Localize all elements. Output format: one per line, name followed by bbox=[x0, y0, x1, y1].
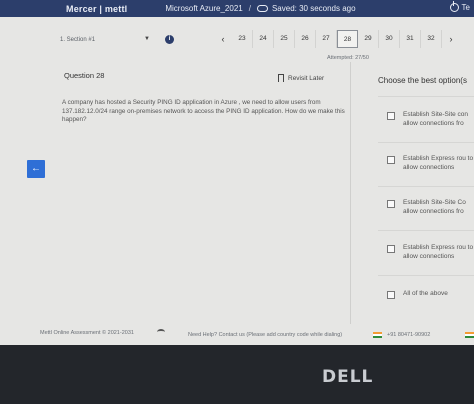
question-navigation: 1. Section #1 ▼ i ‹ 23 24 25 26 27 28 29… bbox=[0, 28, 474, 52]
pager-item-25[interactable]: 25 bbox=[274, 30, 295, 48]
option-3-label: Establish Site-Site Co allow connections… bbox=[403, 199, 466, 215]
option-3-checkbox[interactable] bbox=[387, 200, 395, 208]
title-separator: / bbox=[248, 4, 251, 13]
finish-test-button[interactable]: Te bbox=[449, 1, 470, 12]
option-divider bbox=[378, 96, 474, 97]
copyright-text: Mettl Online Assessment © 2021-2031 bbox=[40, 330, 134, 336]
option-divider bbox=[378, 275, 474, 276]
support-phone: +91 80471-90902 bbox=[387, 332, 431, 338]
back-arrow-button[interactable]: ← bbox=[27, 160, 45, 178]
option-4[interactable]: Establish Express rou to allow connectio… bbox=[387, 244, 474, 261]
option-1[interactable]: Establish Site-Site con allow connection… bbox=[387, 111, 474, 128]
question-pager: ‹ 23 24 25 26 27 28 29 30 31 32 › bbox=[214, 30, 460, 48]
option-2[interactable]: Establish Express rou to allow connectio… bbox=[387, 155, 474, 172]
option-3[interactable]: Establish Site-Site Co allow connections… bbox=[387, 199, 474, 216]
app-screen: Mercer | mettl Microsoft Azure_2021 / Sa… bbox=[0, 0, 474, 345]
brand-logo: Mercer | mettl bbox=[66, 3, 128, 14]
save-status: Saved: 30 seconds ago bbox=[271, 4, 356, 13]
pager-item-26[interactable]: 26 bbox=[295, 30, 316, 48]
test-name: Microsoft Azure_2021 bbox=[165, 4, 243, 13]
dell-logo: DELL bbox=[322, 367, 374, 387]
option-2-label: Establish Express rou to allow connectio… bbox=[403, 155, 474, 171]
wifi-icon bbox=[157, 329, 165, 335]
option-divider bbox=[378, 230, 474, 231]
option-2-checkbox[interactable] bbox=[387, 156, 395, 164]
india-flag-icon bbox=[465, 332, 474, 338]
option-5-label: All of the above bbox=[403, 290, 448, 297]
pager-next-button[interactable]: › bbox=[442, 34, 460, 44]
pager-item-27[interactable]: 27 bbox=[316, 30, 337, 48]
pager-prev-button[interactable]: ‹ bbox=[214, 34, 232, 44]
india-flag-icon bbox=[373, 332, 382, 338]
option-1-checkbox[interactable] bbox=[387, 112, 395, 120]
cloud-save-icon bbox=[256, 5, 268, 12]
option-1-label: Establish Site-Site con allow connection… bbox=[403, 111, 469, 127]
option-4-label: Establish Express rou to allow connectio… bbox=[403, 244, 474, 260]
pager-item-29[interactable]: 29 bbox=[358, 30, 379, 48]
option-divider bbox=[378, 142, 474, 143]
attempted-count: Attempted: 27/50 bbox=[327, 55, 369, 61]
pager-item-28-active[interactable]: 28 bbox=[337, 30, 358, 48]
bookmark-icon bbox=[278, 74, 284, 82]
revisit-later-button[interactable]: Revisit Later bbox=[278, 74, 324, 82]
option-5-checkbox[interactable] bbox=[387, 291, 395, 299]
panel-divider bbox=[350, 62, 351, 324]
pager-item-32[interactable]: 32 bbox=[421, 30, 442, 48]
section-select[interactable]: 1. Section #1 ▼ bbox=[54, 32, 154, 48]
info-icon[interactable]: i bbox=[165, 35, 174, 44]
options-title: Choose the best option(s bbox=[378, 76, 467, 85]
chevron-down-icon: ▼ bbox=[144, 36, 150, 42]
laptop-bezel bbox=[0, 345, 474, 404]
question-number: Question 28 bbox=[64, 71, 105, 80]
pager-item-24[interactable]: 24 bbox=[253, 30, 274, 48]
finish-test-label: Te bbox=[461, 3, 470, 12]
pager-item-23[interactable]: 23 bbox=[232, 30, 253, 48]
pager-item-30[interactable]: 30 bbox=[379, 30, 400, 48]
option-5[interactable]: All of the above bbox=[387, 290, 474, 299]
top-bar: Mercer | mettl Microsoft Azure_2021 / Sa… bbox=[0, 0, 474, 17]
section-select-value: 1. Section #1 bbox=[60, 37, 96, 43]
option-4-checkbox[interactable] bbox=[387, 245, 395, 253]
help-text: Need Help? Contact us (Please add countr… bbox=[188, 332, 343, 338]
pager-item-31[interactable]: 31 bbox=[400, 30, 421, 48]
revisit-later-label: Revisit Later bbox=[288, 74, 325, 82]
footer: Mettl Online Assessment © 2021-2031 Need… bbox=[0, 326, 474, 345]
option-divider bbox=[378, 186, 474, 187]
power-icon bbox=[449, 1, 459, 12]
question-text: A company has hosted a Security PING ID … bbox=[62, 99, 345, 123]
